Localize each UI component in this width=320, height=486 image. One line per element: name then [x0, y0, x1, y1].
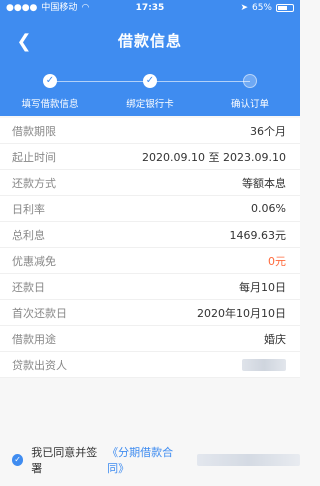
info-value: 0.06%	[251, 202, 286, 215]
agree-checkbox[interactable]: ✓	[12, 454, 24, 466]
info-label: 借款期限	[12, 124, 56, 138]
battery-fill	[278, 6, 287, 10]
info-value: 1469.63元	[229, 228, 287, 242]
step-label: 填写借款信息	[21, 99, 79, 110]
progress-steps: ✓ 填写借款信息 ✓ 绑定银行卡 确认订单	[0, 70, 300, 114]
status-bar: ●●●● 中国移动 ◠ 17:35 ➤ 65%	[0, 0, 300, 16]
info-value: 0元	[268, 254, 286, 268]
redacted-text	[197, 454, 300, 466]
info-label: 还款方式	[12, 176, 56, 190]
info-value: 每月10日	[239, 280, 286, 294]
step-bind-card: ✓ 绑定银行卡	[100, 70, 200, 110]
agreement-row: ✓ 我已同意并签署 《分期借款合同》	[0, 444, 300, 476]
info-row-repay-day: 还款日 每月10日	[0, 274, 300, 300]
redacted-value	[242, 358, 286, 371]
info-value: 等额本息	[242, 176, 286, 190]
info-label: 借款用途	[12, 332, 56, 346]
info-label: 日利率	[12, 202, 45, 216]
loan-info-list: 借款期限 36个月 起止时间 2020.09.10 至 2023.09.10 还…	[0, 118, 300, 378]
status-right: ➤ 65%	[240, 0, 294, 16]
location-icon: ➤	[240, 3, 248, 13]
info-row-lender: 贷款出资人	[0, 352, 300, 378]
check-icon: ✓	[43, 74, 57, 88]
battery-percent: 65%	[251, 3, 272, 13]
info-label: 总利息	[12, 228, 45, 242]
step-label: 确认订单	[230, 99, 269, 110]
pending-step-icon	[243, 74, 257, 88]
info-label: 优惠减免	[12, 254, 56, 268]
step-confirm-order: 确认订单	[200, 70, 300, 110]
info-label: 还款日	[12, 280, 45, 294]
info-value: 36个月	[250, 124, 286, 138]
info-row-purpose: 借款用途 婚庆	[0, 326, 300, 352]
info-row-term: 借款期限 36个月	[0, 118, 300, 144]
info-label: 首次还款日	[12, 306, 67, 320]
contract-link[interactable]: 《分期借款合同》	[107, 444, 189, 476]
info-row-period: 起止时间 2020.09.10 至 2023.09.10	[0, 144, 300, 170]
info-row-first-repay: 首次还款日 2020年10月10日	[0, 300, 300, 326]
page-title: 借款信息	[117, 32, 182, 50]
info-label: 贷款出资人	[12, 358, 67, 372]
info-value: 2020年10月10日	[197, 306, 286, 320]
nav-bar: ❮ 借款信息	[0, 24, 300, 58]
info-value: 婚庆	[264, 332, 286, 346]
header: ●●●● 中国移动 ◠ 17:35 ➤ 65% ❮ 借款信息 ✓ 填写借款信息 …	[0, 0, 300, 116]
step-label: 绑定银行卡	[126, 99, 174, 110]
step-fill-info: ✓ 填写借款信息	[0, 70, 100, 110]
info-label: 起止时间	[12, 150, 56, 164]
info-value: 2020.09.10 至 2023.09.10	[142, 150, 286, 164]
info-row-repay-method: 还款方式 等额本息	[0, 170, 300, 196]
battery-icon	[276, 4, 294, 12]
info-row-discount: 优惠减免 0元	[0, 248, 300, 274]
info-row-daily-rate: 日利率 0.06%	[0, 196, 300, 222]
info-row-total-interest: 总利息 1469.63元	[0, 222, 300, 248]
check-icon: ✓	[143, 74, 157, 88]
agree-text: 我已同意并签署	[31, 446, 98, 475]
